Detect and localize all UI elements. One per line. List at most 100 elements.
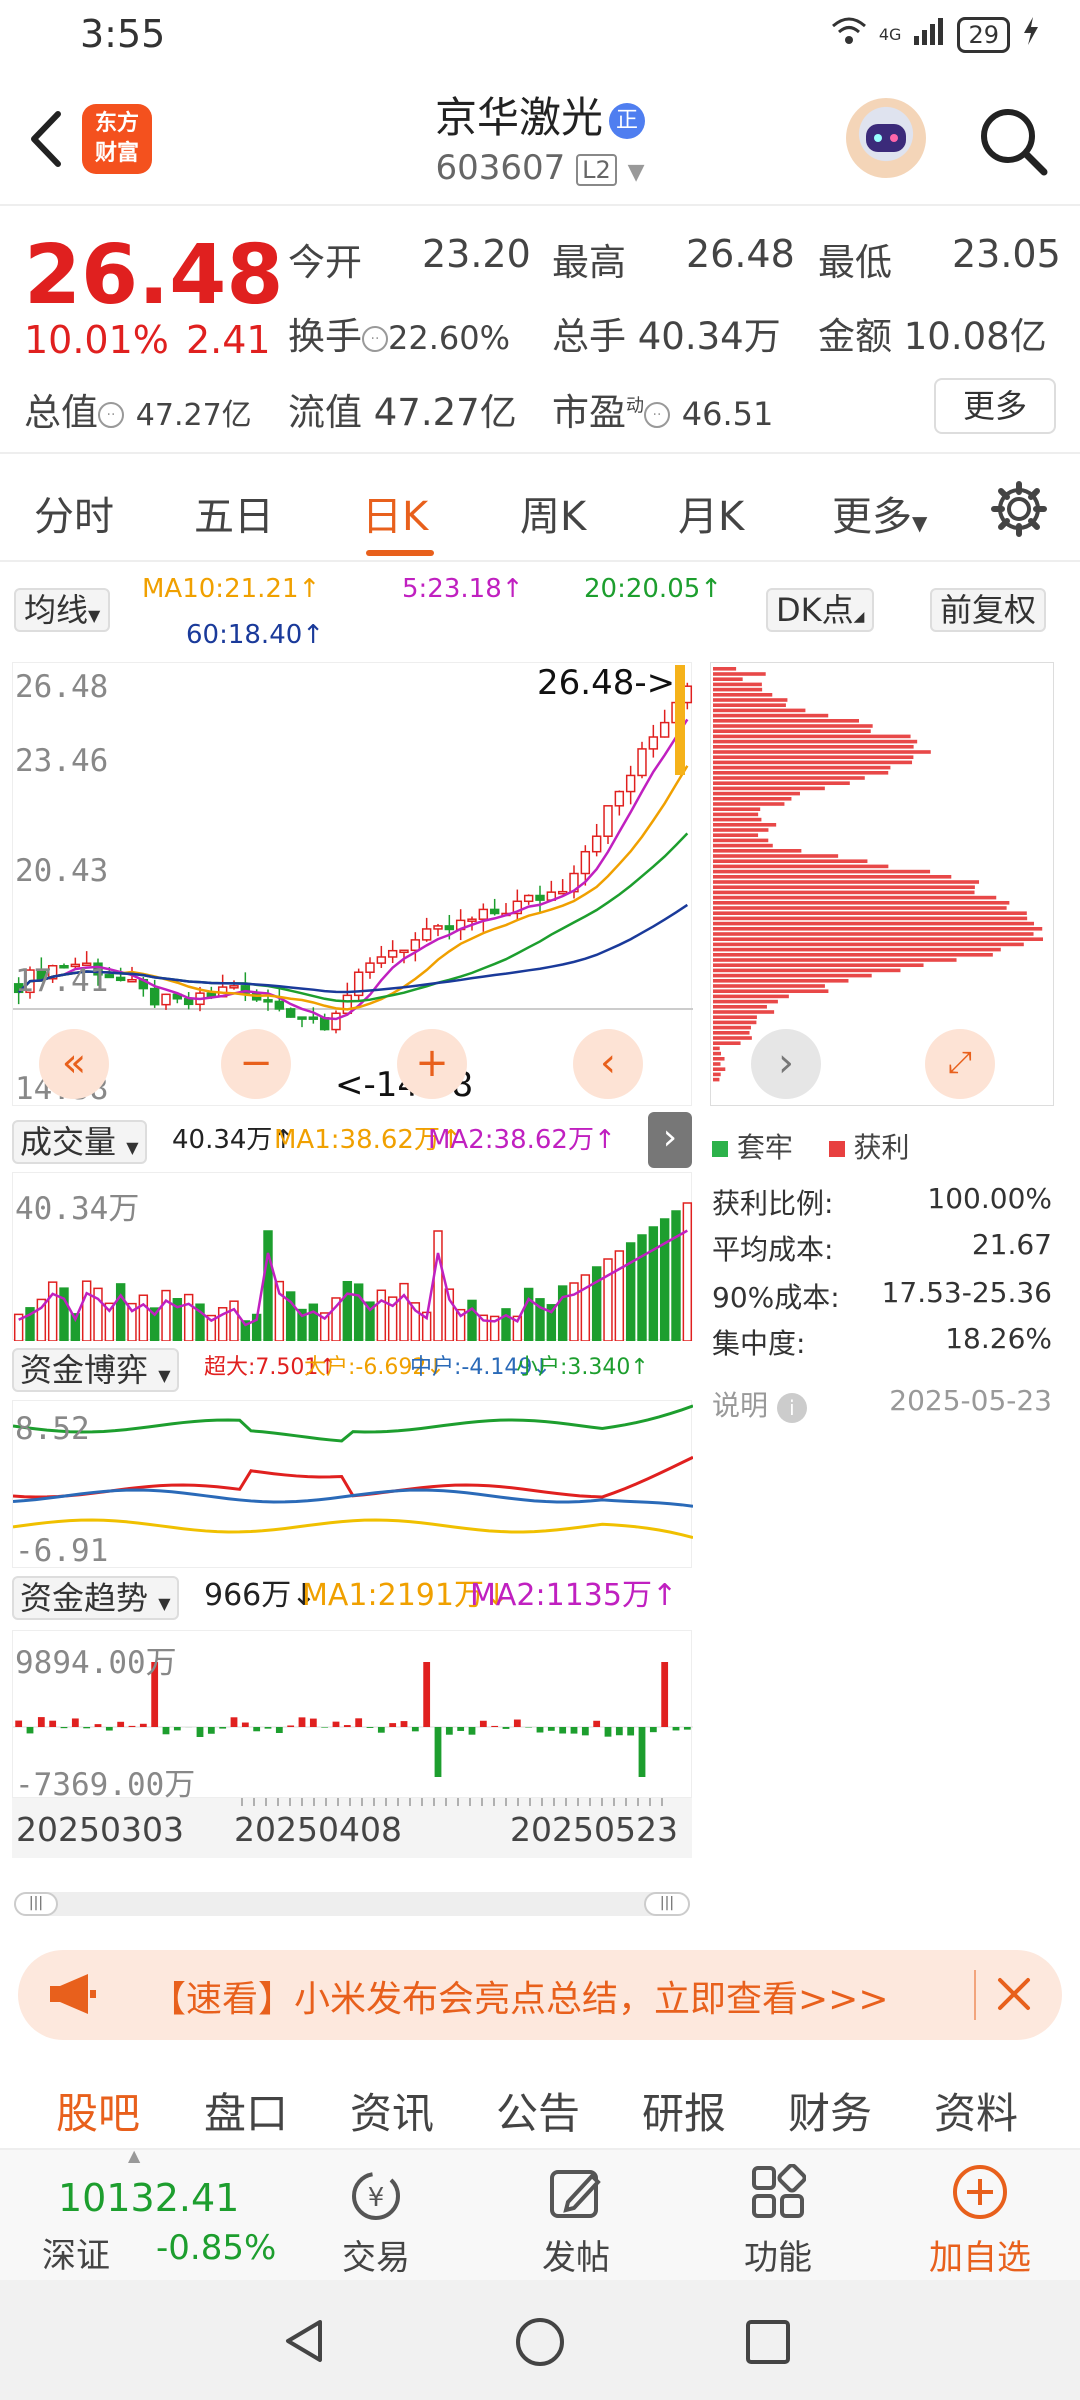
mktcap-value: 47.27亿	[135, 398, 252, 433]
scroll-handle-right[interactable]: |||	[644, 1892, 690, 1916]
chip-distribution[interactable]: › ⤢	[710, 662, 1054, 1106]
float-label: 流值	[288, 391, 362, 434]
function-button[interactable]: 功能	[708, 2150, 848, 2282]
date-label: 20250523	[510, 1810, 678, 1849]
volume-selector[interactable]: 成交量 ▼	[12, 1120, 147, 1164]
tab-pankou[interactable]: 盘口	[204, 2080, 288, 2141]
tab-daily-k[interactable]: 日K	[362, 484, 428, 542]
search-button[interactable]	[976, 104, 1050, 178]
news-banner[interactable]: 【速看】小米发布会亮点总结，立即查看>>>	[18, 1950, 1062, 2040]
chip-bar	[713, 984, 825, 988]
volume-bar	[614, 1250, 625, 1342]
caret-down-icon: ▼	[158, 1594, 171, 1613]
more-button[interactable]: 更多	[934, 378, 1056, 434]
volume-bar	[376, 1289, 387, 1342]
wifi-icon	[831, 16, 867, 53]
fund-bar	[389, 1723, 397, 1727]
level-badge: L2	[576, 153, 617, 186]
volume-bar	[682, 1202, 693, 1342]
chip-note-row: 说明 i 2025-05-23	[712, 1384, 1052, 1424]
chip-bar	[713, 1020, 757, 1025]
tab-profile[interactable]: 资料	[934, 2080, 1018, 2141]
zoom-in-button[interactable]: +	[397, 1029, 467, 1099]
tab-monthly-k[interactable]: 月K	[678, 484, 744, 542]
index-ticker[interactable]: ▲ 10132.41 深证 -0.85%	[0, 2146, 290, 2282]
turnover-stat[interactable]: 换手 ·· 22.60%	[288, 306, 510, 360]
fund-bar	[536, 1727, 544, 1733]
close-icon[interactable]	[992, 1972, 1036, 2020]
ma-selector[interactable]: 均线▼	[14, 588, 111, 632]
fund-game-chart[interactable]: 8.52 -6.91	[12, 1400, 694, 1569]
kline-chart[interactable]: 26.48 23.46 20.43 17.41 14.38 26.48-> <-…	[12, 662, 693, 1107]
post-button[interactable]: 发帖	[506, 2150, 646, 2282]
home-nav-icon[interactable]	[514, 2316, 566, 2368]
index-value: 10132.41	[58, 2176, 240, 2220]
fund-game-label: 资金博弈	[20, 1351, 149, 1389]
y-label: 20.43	[15, 853, 109, 889]
chip-bar	[713, 994, 789, 999]
gear-icon	[991, 481, 1047, 537]
assistant-avatar[interactable]	[846, 98, 926, 178]
tab-guba[interactable]: 股吧	[56, 2080, 140, 2141]
settings-button[interactable]	[990, 480, 1048, 538]
fund-game-canvas	[12, 1404, 694, 1539]
fast-back-button[interactable]: «	[39, 1029, 109, 1099]
step-back-button[interactable]: ‹	[573, 1029, 643, 1099]
change-amount: 2.41	[186, 318, 271, 362]
tab-weekly-k[interactable]: 周K	[520, 484, 586, 542]
volume-bar	[580, 1274, 591, 1342]
expand-panel-button[interactable]: ›	[648, 1112, 692, 1168]
chip-bar	[713, 812, 759, 817]
tab-research[interactable]: 研报	[642, 2080, 726, 2141]
date-axis: 20250303 20250408 20250523	[12, 1798, 692, 1858]
chip-bar	[713, 755, 914, 759]
volume-bar	[523, 1287, 534, 1342]
add-watchlist-button[interactable]: 加自选	[910, 2150, 1050, 2282]
ma-selector-label: 均线	[24, 591, 89, 629]
chip-bar	[713, 999, 778, 1004]
tab-finance[interactable]: 财务	[788, 2080, 872, 2141]
stock-header: 东方 财富 京华激光正 603607 L2 ▼	[0, 74, 1080, 206]
note-link[interactable]: 说明 i	[712, 1384, 807, 1424]
chip-bar	[713, 1025, 751, 1030]
banner-text: 【速看】小米发布会亮点总结，立即查看>>>	[150, 1979, 889, 2020]
fund-game-selector[interactable]: 资金博弈 ▼	[12, 1348, 179, 1392]
recents-nav-icon[interactable]	[744, 2318, 792, 2366]
fund-bar	[105, 1727, 113, 1731]
tab-more[interactable]: 更多▼	[832, 484, 927, 542]
dk-point-toggle[interactable]: DK点◢	[766, 588, 875, 632]
caret-icon: ◢	[853, 609, 865, 625]
zoom-out-button[interactable]: −	[221, 1029, 291, 1099]
grid-icon	[752, 2164, 806, 2218]
volume-chart[interactable]: 40.34万	[12, 1172, 693, 1342]
ma20-value: 20:20.05↑	[584, 574, 723, 604]
chip-next-button[interactable]: ›	[751, 1029, 821, 1099]
mktcap-label: 总值	[24, 391, 98, 434]
fund-bar	[423, 1662, 431, 1727]
fund-bar	[275, 1727, 283, 1733]
stat-profit-ratio: 获利比例: 100.00%	[712, 1182, 1052, 1222]
tab-intraday[interactable]: 分时	[34, 484, 114, 542]
fund-bar	[60, 1727, 68, 1729]
tab-five-day[interactable]: 五日	[194, 484, 274, 542]
candle-body	[115, 976, 126, 982]
back-nav-icon[interactable]	[280, 2316, 330, 2366]
fund-trend-selector[interactable]: 资金趋势 ▼	[12, 1576, 179, 1620]
chip-bar	[713, 765, 891, 770]
adjust-selector[interactable]: 前复权	[930, 588, 1047, 632]
megaphone-icon	[48, 1972, 98, 2020]
fund-trend-chart[interactable]: 9894.00万 -7369.00万	[12, 1630, 693, 1803]
network-label: 4G	[878, 25, 902, 44]
expand-icon[interactable]: ⤢	[925, 1029, 995, 1099]
fund-bar	[128, 1725, 136, 1727]
pe-stat[interactable]: 市盈动 ·· 46.51	[552, 382, 773, 436]
timeline-scrollbar[interactable]: ||| |||	[14, 1892, 690, 1916]
tab-announcements[interactable]: 公告	[496, 2080, 580, 2141]
trade-button[interactable]: ¥ 交易	[306, 2150, 446, 2282]
tab-news[interactable]: 资讯	[350, 2080, 434, 2141]
volume-bar	[671, 1210, 681, 1342]
chip-bar	[713, 942, 1024, 947]
caret-down-icon: ▼	[912, 511, 928, 535]
scroll-handle-left[interactable]: |||	[14, 1892, 58, 1916]
mktcap-stat[interactable]: 总值 ·· 47.27亿	[24, 382, 252, 436]
